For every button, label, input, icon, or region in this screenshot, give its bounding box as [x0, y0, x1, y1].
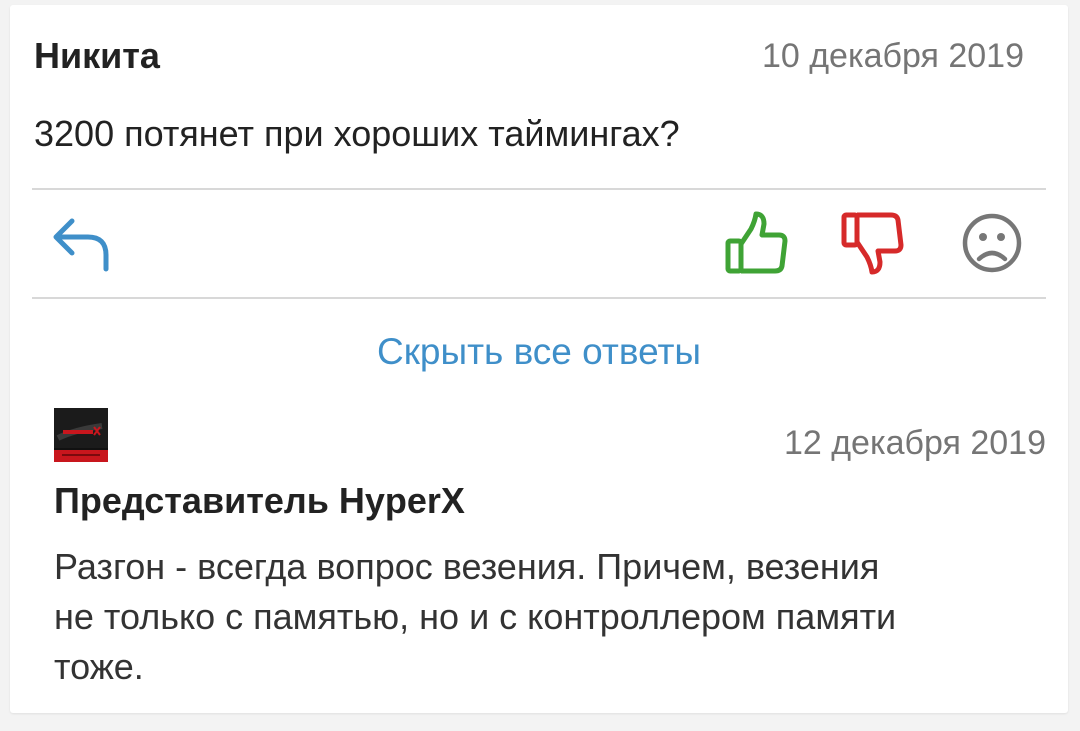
hyperx-avatar-icon[interactable]: [54, 408, 108, 462]
thumbs-down-icon: [841, 212, 904, 275]
comment-author[interactable]: Никита: [34, 35, 160, 77]
sad-face-icon: [962, 213, 1022, 273]
reply-text: Разгон - всегда вопрос везения. Причем, …: [54, 546, 897, 687]
reply-button[interactable]: [50, 211, 114, 275]
thumbs-up-icon: [725, 211, 788, 274]
divider: [32, 188, 1046, 190]
reply-date: 12 декабря 2019: [783, 424, 1046, 462]
reply-comment: 12 декабря 2019 Представитель HyperX Раз…: [54, 408, 1046, 713]
like-button[interactable]: [724, 211, 788, 275]
dislike-button[interactable]: [840, 211, 904, 275]
reply-icon: [53, 218, 109, 272]
comment-header: Никита 10 декабря 2019: [34, 35, 1024, 79]
comment-card: Никита 10 декабря 2019 3200 потянет при …: [10, 5, 1068, 713]
reply-author[interactable]: Представитель HyperX: [54, 480, 465, 522]
comment-actions: [32, 191, 1046, 297]
divider: [32, 297, 1046, 299]
comment-text: 3200 потянет при хороших таймингах?: [34, 113, 680, 154]
hide-all-replies-link[interactable]: Скрыть все ответы: [10, 331, 1068, 373]
comment-date: 10 декабря 2019: [761, 37, 1024, 75]
sad-reaction-button[interactable]: [960, 211, 1024, 275]
